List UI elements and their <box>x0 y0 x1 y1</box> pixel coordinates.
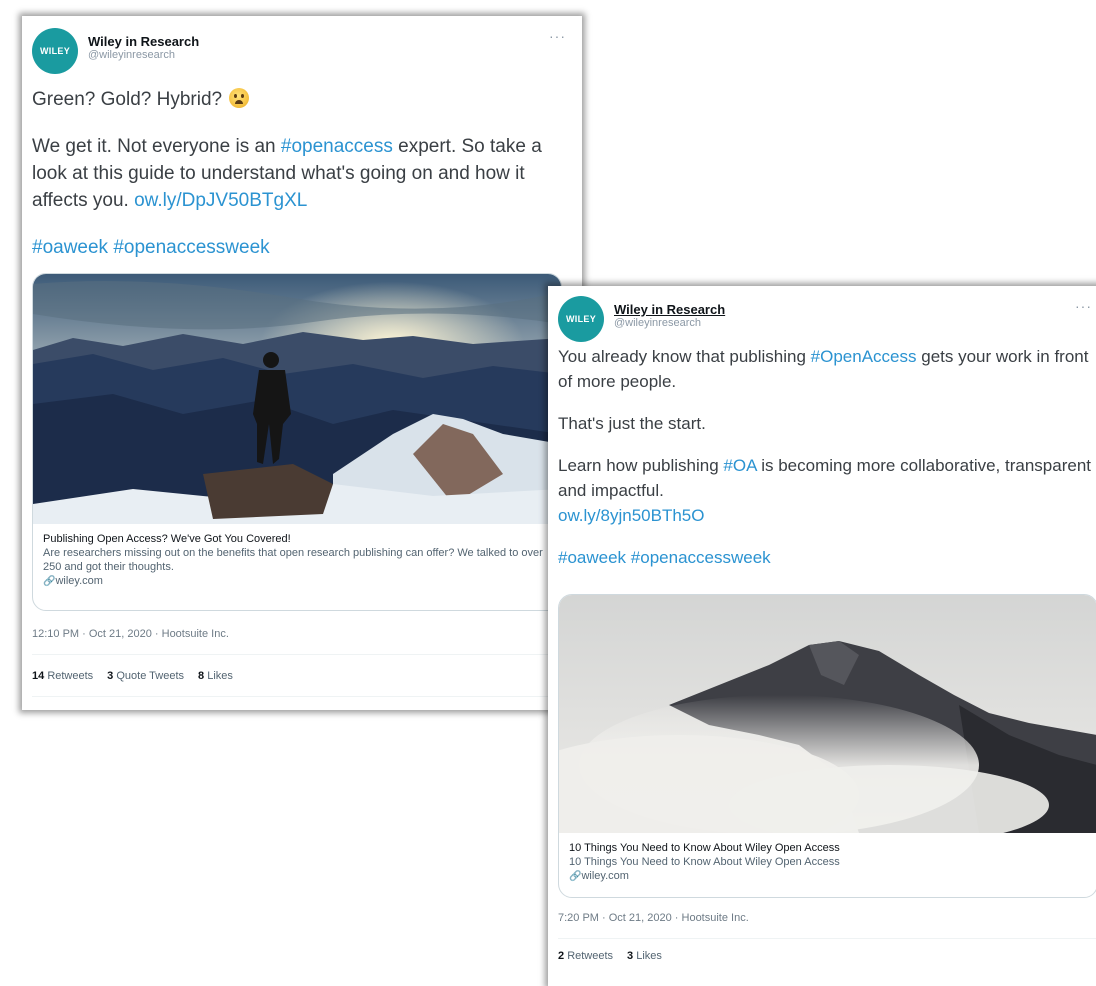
tweet-link[interactable]: ow.ly/DpJV50BTgXL <box>134 190 307 211</box>
retweets-label: Retweets <box>567 950 614 962</box>
avatar[interactable]: WILEY <box>558 296 604 342</box>
link-preview-card[interactable]: 10 Things You Need to Know About Wiley O… <box>558 594 1096 898</box>
card-description: Are researchers missing out on the benef… <box>43 547 543 573</box>
quotes-label: Quote Tweets <box>116 670 185 682</box>
likes-label: Likes <box>636 950 662 962</box>
likes-stat[interactable]: 3 Likes <box>627 950 662 962</box>
quotes-count: 3 <box>107 670 114 682</box>
likes-label: Likes <box>207 670 233 682</box>
card-domain-text: wiley.com <box>55 575 103 587</box>
hashtag-oa[interactable]: #OA <box>723 456 756 475</box>
card-title[interactable]: Publishing Open Access? We've Got You Co… <box>43 532 551 546</box>
tweet-header: WILEY Wiley in Research @wileyinresearch <box>558 296 725 342</box>
tweet-text: Green? Gold? Hybrid? We get it. Not ever… <box>32 86 570 281</box>
tweet-timestamp[interactable]: 12:10 PM · Oct 21, 2020 · Hootsuite Inc. <box>32 628 229 640</box>
author-name[interactable]: Wiley in Research <box>88 34 199 49</box>
tweet-card-1[interactable]: WILEY Wiley in Research @wileyinresearch… <box>22 16 582 710</box>
more-horizontal-icon[interactable]: ··· <box>549 28 566 44</box>
hashtag-openaccess[interactable]: #openaccess <box>281 136 393 157</box>
divider <box>558 938 1096 939</box>
retweets-count: 2 <box>558 950 565 962</box>
tweet-stats: 2 Retweets 3 Likes <box>558 950 662 962</box>
misty-mountain-image <box>559 595 1096 833</box>
tweet-header: WILEY Wiley in Research @wileyinresearch <box>32 28 199 74</box>
divider <box>32 696 572 697</box>
author-block: Wiley in Research @wileyinresearch <box>88 34 199 62</box>
link-icon: 🔗 <box>43 576 56 587</box>
tweet-text-line: Green? Gold? Hybrid? <box>32 89 223 110</box>
link-preview-card[interactable]: Publishing Open Access? We've Got You Co… <box>32 273 562 611</box>
tweet-text: You already know that publishing #OpenAc… <box>558 344 1096 587</box>
card-domain-text: wiley.com <box>581 870 629 882</box>
link-icon: 🔗 <box>569 871 582 882</box>
likes-count: 8 <box>198 670 205 682</box>
hashtag-oaweek[interactable]: #oaweek <box>32 237 108 258</box>
tweet-text-segment: We get it. Not everyone is an <box>32 136 281 157</box>
mountain-hiker-image <box>33 274 561 524</box>
tweet-timestamp[interactable]: 7:20 PM · Oct 21, 2020 · Hootsuite Inc. <box>558 912 749 924</box>
card-meta: 10 Things You Need to Know About Wiley O… <box>559 833 1096 884</box>
hashtag-openaccessweek[interactable]: #openaccessweek <box>113 237 269 258</box>
tweet-text-segment: You already know that publishing <box>558 347 811 366</box>
hashtag-openaccessweek[interactable]: #openaccessweek <box>631 548 771 567</box>
author-handle[interactable]: @wileyinresearch <box>614 317 725 330</box>
tweet-text-segment: Learn how publishing <box>558 456 724 475</box>
card-domain[interactable]: 🔗wiley.com <box>43 574 551 589</box>
card-description: 10 Things You Need to Know About Wiley O… <box>569 856 840 868</box>
retweets-stat[interactable]: 2 Retweets <box>558 950 613 962</box>
quote-tweets-stat[interactable]: 3 Quote Tweets <box>107 670 184 682</box>
likes-count: 3 <box>627 950 634 962</box>
tweet-stats: 14 Retweets 3 Quote Tweets 8 Likes <box>32 670 233 682</box>
card-image-misty-peak[interactable] <box>559 595 1096 833</box>
divider <box>32 654 572 655</box>
card-image-mountain-hiker[interactable] <box>33 274 561 524</box>
tweet-card-2[interactable]: WILEY Wiley in Research @wileyinresearch… <box>548 286 1096 986</box>
fearful-face-emoji-icon <box>229 88 250 108</box>
author-block: Wiley in Research @wileyinresearch <box>614 302 725 330</box>
hashtag-openaccess[interactable]: #OpenAccess <box>811 347 917 366</box>
likes-stat[interactable]: 8 Likes <box>198 670 233 682</box>
card-title[interactable]: 10 Things You Need to Know About Wiley O… <box>569 841 1087 855</box>
retweets-label: Retweets <box>47 670 94 682</box>
retweets-stat[interactable]: 14 Retweets <box>32 670 93 682</box>
author-name[interactable]: Wiley in Research <box>614 302 725 317</box>
retweets-count: 14 <box>32 670 45 682</box>
more-horizontal-icon[interactable]: ··· <box>1075 298 1092 314</box>
hashtag-oaweek[interactable]: #oaweek <box>558 548 626 567</box>
author-handle[interactable]: @wileyinresearch <box>88 49 199 62</box>
tweet-link[interactable]: ow.ly/8yjn50BTh5O <box>558 506 704 525</box>
card-meta: Publishing Open Access? We've Got You Co… <box>33 524 561 589</box>
tweet-text-line: That's just the start. <box>558 414 706 433</box>
card-domain[interactable]: 🔗wiley.com <box>569 869 1087 884</box>
avatar[interactable]: WILEY <box>32 28 78 74</box>
